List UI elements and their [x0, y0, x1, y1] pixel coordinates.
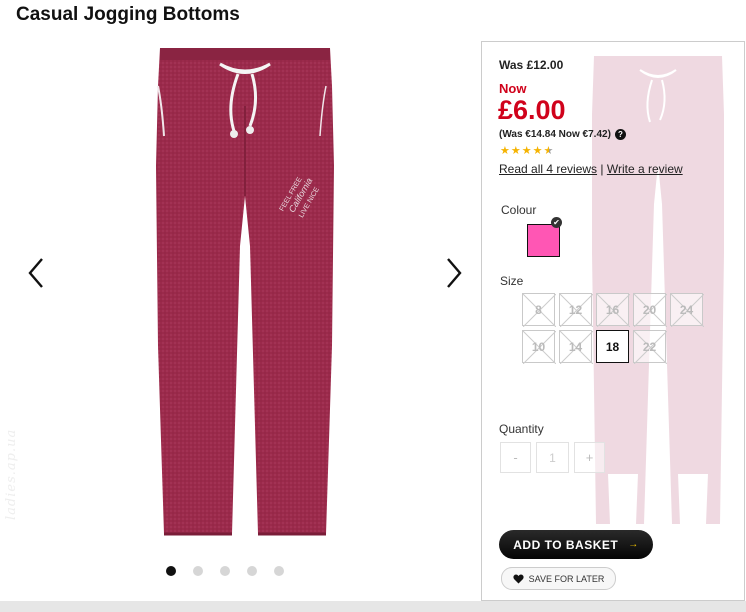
size-option-label: 8: [535, 302, 542, 317]
size-option-label: 14: [568, 339, 583, 354]
heart-icon: [513, 573, 524, 583]
size-option[interactable]: 16: [596, 293, 630, 327]
size-option[interactable]: 20: [633, 293, 667, 327]
save-for-later-button[interactable]: SAVE FOR LATER: [501, 567, 616, 590]
arrow-right-icon: →: [628, 539, 639, 550]
quantity-minus-button[interactable]: -: [500, 442, 531, 473]
star-icon: ★: [510, 145, 521, 157]
size-option[interactable]: 12: [559, 293, 593, 327]
product-image: FEEL FREE California LIVE NICE: [156, 48, 334, 536]
size-option[interactable]: 8: [522, 293, 556, 327]
add-to-basket-button[interactable]: ADD TO BASKET →: [499, 530, 653, 559]
size-option-label: 24: [679, 302, 694, 317]
carousel-dot[interactable]: [274, 566, 284, 576]
size-option-label: 18: [605, 339, 620, 354]
star-icon: ★: [532, 145, 543, 157]
page-title: Casual Jogging Bottoms: [16, 4, 240, 25]
save-for-later-label: SAVE FOR LATER: [528, 573, 605, 584]
add-to-basket-label: ADD TO BASKET: [513, 537, 619, 552]
was-price: Was £12.00: [499, 58, 564, 72]
carousel-dot[interactable]: [220, 566, 230, 576]
colour-swatch-pink[interactable]: [527, 224, 560, 257]
star-icon: ★: [521, 145, 532, 157]
carousel-dot[interactable]: [166, 566, 176, 576]
size-option[interactable]: 24: [670, 293, 704, 327]
carousel-dot[interactable]: [193, 566, 203, 576]
size-option[interactable]: 22: [633, 330, 667, 364]
star-rating: ★ ★ ★ ★ ★: [500, 146, 553, 157]
write-review-link[interactable]: Write a review: [607, 162, 683, 176]
size-option-label: 16: [605, 302, 620, 317]
now-price: £6.00: [498, 95, 566, 125]
product-gallery: FEEL FREE California LIVE NICE ladies.ap…: [0, 40, 480, 585]
colour-label: Colour: [501, 203, 537, 217]
size-option-label: 12: [568, 302, 583, 317]
help-icon[interactable]: ?: [614, 129, 626, 140]
purchase-panel: Was £12.00 Now £6.00 (Was €14.84 Now €7.…: [481, 41, 745, 601]
review-separator: |: [600, 162, 604, 176]
size-option-label: 10: [531, 339, 546, 354]
footer-strip: [0, 601, 746, 612]
size-option-selected[interactable]: 18: [596, 330, 629, 363]
euro-price-text: (Was €14.84 Now €7.42): [499, 129, 611, 140]
quantity-stepper: - 1 +: [500, 442, 605, 473]
size-option-label: 20: [642, 302, 657, 317]
carousel-dots: [166, 566, 284, 576]
chevron-left-icon[interactable]: [24, 256, 50, 290]
quantity-input[interactable]: 1: [536, 442, 569, 473]
size-option-label: 22: [642, 339, 657, 354]
half-star-icon: ★: [543, 145, 554, 157]
read-reviews-link[interactable]: Read all 4 reviews: [499, 162, 597, 176]
review-links: Read all 4 reviews | Write a review: [499, 162, 683, 176]
check-icon: ✔: [551, 217, 562, 228]
quantity-label: Quantity: [499, 422, 544, 436]
star-icon: ★: [500, 145, 510, 157]
euro-price: (Was €14.84 Now €7.42) ?: [499, 129, 626, 140]
size-option[interactable]: 14: [559, 330, 593, 364]
now-label: Now: [499, 81, 527, 96]
chevron-right-icon[interactable]: [440, 256, 466, 290]
size-option[interactable]: 10: [522, 330, 556, 364]
size-label: Size: [500, 274, 524, 288]
watermark: ladies.ap.ua: [4, 428, 19, 520]
carousel-dot[interactable]: [247, 566, 257, 576]
quantity-plus-button[interactable]: +: [574, 442, 605, 473]
